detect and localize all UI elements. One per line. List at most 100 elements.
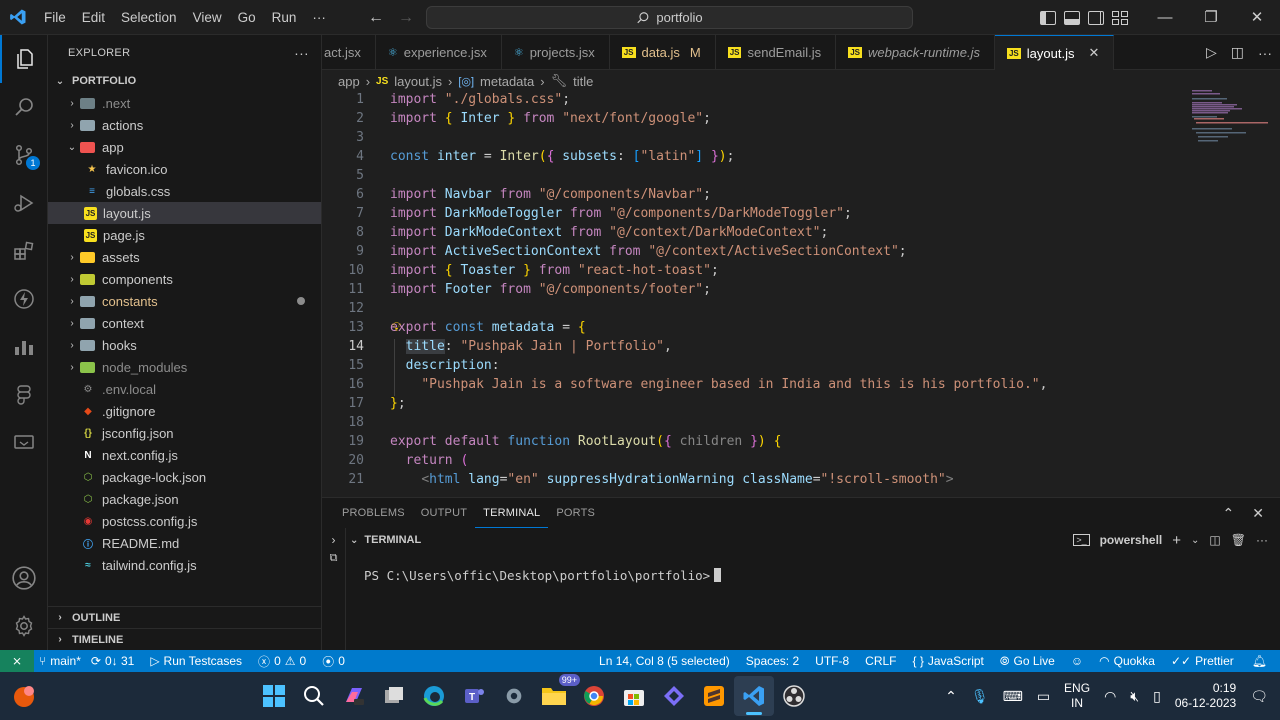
- task-view-icon[interactable]: [374, 676, 414, 716]
- edge-browser-icon[interactable]: [414, 676, 454, 716]
- close-window-icon[interactable]: ✕: [1234, 0, 1280, 35]
- editor-tab[interactable]: JS data.js M: [610, 35, 716, 70]
- tab-output[interactable]: OUTPUT: [413, 498, 475, 528]
- folder-item[interactable]: › assets: [48, 246, 321, 268]
- file-item[interactable]: Nnext.config.js: [48, 444, 321, 466]
- workspace-section-header[interactable]: ⌄ PORTFOLIO: [48, 70, 321, 92]
- run-file-icon[interactable]: ▷: [1206, 44, 1217, 61]
- close-panel-icon[interactable]: ✕: [1252, 505, 1264, 522]
- split-terminal-icon[interactable]: ◫: [1209, 533, 1220, 547]
- menu-selection[interactable]: Selection: [113, 0, 185, 35]
- language-mode[interactable]: { } JavaScript: [908, 654, 989, 668]
- close-tab-icon[interactable]: ✕: [1088, 45, 1099, 61]
- split-editor-icon[interactable]: ◫: [1231, 44, 1244, 61]
- teams-icon[interactable]: T: [454, 676, 494, 716]
- editor-tab[interactable]: JS sendEmail.js: [716, 35, 837, 70]
- command-center-search[interactable]: portfolio: [426, 6, 913, 29]
- tab-ports[interactable]: PORTS: [548, 498, 603, 528]
- minimap[interactable]: [1192, 90, 1272, 150]
- remote-indicator-icon[interactable]: ⨯: [0, 650, 34, 672]
- editor-tab[interactable]: JS webpack-runtime.js: [836, 35, 995, 70]
- file-item[interactable]: ⬡ package-lock.json: [48, 466, 321, 488]
- forward-arrow-icon[interactable]: →: [398, 9, 414, 27]
- timeline-section-header[interactable]: › TIMELINE: [48, 628, 322, 650]
- editor-tab[interactable]: ⚛act.jsx: [312, 35, 376, 70]
- chrome-icon[interactable]: [574, 676, 614, 716]
- restore-icon[interactable]: ❐: [1188, 0, 1234, 35]
- folder-item[interactable]: ⌄ app: [48, 136, 321, 158]
- customize-layout-icon[interactable]: [1112, 10, 1128, 25]
- file-item[interactable]: ◆ .gitignore: [48, 400, 321, 422]
- file-item[interactable]: ◉ postcss.config.js: [48, 510, 321, 532]
- settings-gear-icon[interactable]: [494, 676, 534, 716]
- maximize-panel-icon[interactable]: ⌃: [1223, 505, 1235, 522]
- chevron-down-icon[interactable]: ⌄: [1191, 535, 1199, 546]
- folder-item[interactable]: › components: [48, 268, 321, 290]
- explorer-more-icon[interactable]: ···: [294, 45, 309, 61]
- manage-gear-icon[interactable]: [0, 602, 48, 650]
- toggle-secondary-sidebar-icon[interactable]: [1088, 10, 1104, 25]
- editor-tab[interactable]: ⚛ experience.jsx: [376, 35, 502, 70]
- folder-item[interactable]: › actions: [48, 114, 321, 136]
- prettier-button[interactable]: ✓✓ Prettier: [1166, 654, 1239, 668]
- display-icon[interactable]: ▭: [1037, 688, 1050, 705]
- sync-indicator[interactable]: ⟳ 0↓ 31: [86, 654, 139, 668]
- new-terminal-icon[interactable]: +: [1172, 532, 1181, 549]
- microphone-icon[interactable]: 🎙︎: [971, 688, 989, 705]
- language-indicator[interactable]: ENG IN: [1064, 681, 1090, 711]
- quokka-button[interactable]: ◠ Quokka: [1094, 654, 1160, 668]
- menu-more[interactable]: ···: [304, 0, 334, 35]
- file-item[interactable]: ⬡ package.json: [48, 488, 321, 510]
- remote-explorer-icon[interactable]: [0, 419, 48, 467]
- breadcrumb-property[interactable]: title: [573, 74, 593, 89]
- battery-icon[interactable]: ▯: [1153, 688, 1161, 705]
- thunder-client-icon[interactable]: [0, 275, 48, 323]
- run-testcases-button[interactable]: ▷ Run Testcases: [145, 654, 247, 668]
- figma-icon[interactable]: [0, 371, 48, 419]
- search-icon[interactable]: [294, 676, 334, 716]
- folder-item[interactable]: › constants: [48, 290, 321, 312]
- run-debug-icon[interactable]: [0, 179, 48, 227]
- indentation[interactable]: Spaces: 2: [741, 654, 804, 668]
- start-windows-icon[interactable]: [254, 676, 294, 716]
- breadcrumb-file[interactable]: layout.js: [394, 74, 442, 89]
- file-item[interactable]: ★ favicon.ico: [48, 158, 321, 180]
- toggle-primary-sidebar-icon[interactable]: [1040, 10, 1056, 25]
- problems-indicator[interactable]: ⓧ 0 ⚠︎ 0: [253, 653, 311, 670]
- minimize-icon[interactable]: —: [1142, 0, 1188, 35]
- go-live-button[interactable]: ⦾ Go Live: [995, 654, 1060, 669]
- more-actions-icon[interactable]: ···: [1258, 45, 1272, 61]
- code-editor[interactable]: 1 2 3 4 5 6 7 8 9 10 11 12 13 14 15 16 17 18 19 20 21 import…: [322, 92, 1280, 497]
- notifications-bell-icon[interactable]: 🔔︎: [1247, 654, 1272, 668]
- menu-go[interactable]: Go: [230, 0, 264, 35]
- microsoft-store-icon[interactable]: [614, 676, 654, 716]
- file-item[interactable]: JS layout.js: [48, 202, 321, 224]
- end-of-line[interactable]: CRLF: [860, 654, 901, 668]
- folder-item[interactable]: › hooks: [48, 334, 321, 356]
- speaker-muted-icon[interactable]: 🔇︎: [1130, 688, 1139, 705]
- outline-section-header[interactable]: › OUTLINE: [48, 606, 322, 628]
- file-item[interactable]: ≈ tailwind.config.js: [48, 554, 321, 576]
- file-item[interactable]: ≡ globals.css: [48, 180, 321, 202]
- sublime-text-icon[interactable]: [694, 676, 734, 716]
- notification-center-icon[interactable]: 🗨︎: [1250, 688, 1268, 705]
- cursor-position[interactable]: Ln 14, Col 8 (5 selected): [594, 654, 735, 668]
- menu-edit[interactable]: Edit: [74, 0, 113, 35]
- trash-icon[interactable]: 🗑︎: [1231, 533, 1246, 547]
- folder-item[interactable]: › .next: [48, 92, 321, 114]
- branch-indicator[interactable]: ⑂ main*: [34, 654, 86, 668]
- file-item[interactable]: {} jsconfig.json: [48, 422, 321, 444]
- chevron-up-icon[interactable]: ⌃: [945, 688, 957, 705]
- charts-icon[interactable]: [0, 323, 48, 371]
- keyboard-icon[interactable]: ⌨: [1003, 688, 1023, 705]
- file-item[interactable]: ⓘ README.md: [48, 532, 321, 554]
- extensions-icon[interactable]: [0, 227, 48, 275]
- file-item[interactable]: ⚙ .env.local: [48, 378, 321, 400]
- terminal-shell-name[interactable]: powershell: [1100, 533, 1163, 547]
- toggle-panel-icon[interactable]: [1064, 10, 1080, 25]
- terminal-split-icon[interactable]: ⧉: [322, 552, 345, 565]
- vscode-taskbar-icon[interactable]: [734, 676, 774, 716]
- copilot-app-icon[interactable]: [334, 676, 374, 716]
- file-explorer-icon[interactable]: 99+: [534, 674, 580, 716]
- encoding[interactable]: UTF-8: [810, 654, 854, 668]
